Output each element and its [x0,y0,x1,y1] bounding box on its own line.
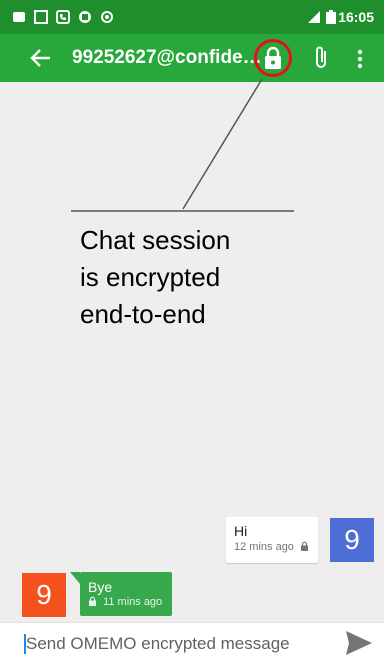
avatar[interactable]: 9 [330,518,374,562]
outgoing-message[interactable]: Hi 12 mins ago [226,517,318,563]
more-vert-icon[interactable] [352,47,368,71]
back-arrow-icon[interactable] [30,47,52,69]
status-time: 16:05 [338,9,374,25]
incoming-message[interactable]: Bye 11 mins ago [80,572,172,616]
conversation-title[interactable]: 99252627@confide… [72,47,262,69]
status-bar: 16:05 [0,0,384,34]
battery-icon [326,10,336,24]
conversation-toolbar: 99252627@confide… [0,34,384,82]
message-time: 12 mins ago [234,541,294,553]
location-icon [101,11,113,23]
message-time: 11 mins ago [103,596,163,608]
message-text: Bye [88,579,113,595]
lock-icon [301,541,308,551]
app-icon [79,11,91,23]
lock-highlight-ring [254,39,292,77]
bubble-tail [70,572,80,584]
send-icon[interactable] [344,629,374,657]
text-cursor [24,634,26,654]
message-text: Hi [234,523,248,539]
lock-icon [89,596,96,606]
notification-icon [13,12,25,22]
message-input[interactable] [24,629,318,659]
phone-icon [56,10,70,24]
attachment-icon[interactable] [310,45,332,71]
annotation-text: Chat session is encrypted end-to-end [80,225,231,329]
screenshot-icon [34,10,48,24]
avatar[interactable]: 9 [22,573,66,617]
message-composer [0,622,384,662]
signal-icon [308,11,320,23]
message-meta: 12 mins ago [234,541,309,553]
message-meta: 11 mins ago [88,596,162,608]
chat-area[interactable] [0,82,384,622]
